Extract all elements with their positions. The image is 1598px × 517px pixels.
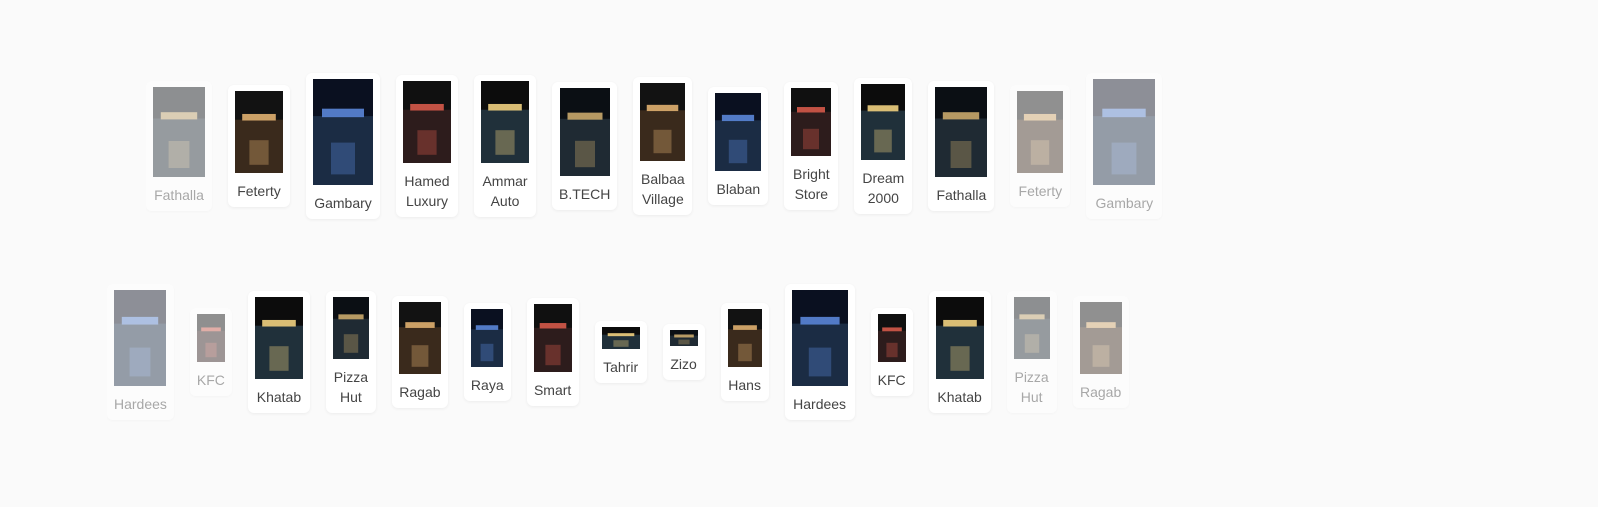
logo-card-label: Pizza Hut xyxy=(1014,369,1049,405)
tahrir-storefront-photo xyxy=(601,327,640,349)
logo-card: Hardees xyxy=(784,284,855,420)
kfc-storefront-photo xyxy=(877,314,906,362)
logo-card-label: Smart xyxy=(533,382,572,398)
logo-card-label: Hamed Luxury xyxy=(404,173,450,209)
khatab-storefront-photo xyxy=(254,297,303,379)
logo-card-label: Raya xyxy=(470,377,504,393)
logo-card-label: Hardees xyxy=(114,396,167,412)
dream-2000-storefront-photo xyxy=(861,84,906,160)
ragab-storefront-photo xyxy=(1079,302,1122,374)
gambary-storefront-photo xyxy=(1093,79,1156,185)
fathalla-storefront-photo xyxy=(153,87,205,177)
logo-card-label: Blaban xyxy=(716,181,761,197)
logo-card: Ragab xyxy=(391,296,448,408)
section-title xyxy=(0,0,1598,6)
hamed-luxury-storefront-photo xyxy=(403,81,451,163)
logo-card-label: Pizza Hut xyxy=(333,369,369,405)
logo-card: Dream 2000 xyxy=(854,78,913,214)
logo-card-label: KFC xyxy=(877,372,906,388)
hardees-storefront-photo xyxy=(114,290,167,386)
logo-card-label: Feterty xyxy=(1018,183,1063,199)
logo-card: Ragab xyxy=(1072,296,1129,408)
logo-card-label: Gambary xyxy=(1095,195,1154,211)
logo-card-label: Fathalla xyxy=(154,187,204,203)
logo-card: Hans xyxy=(720,303,769,401)
khatab-storefront-photo xyxy=(935,297,984,379)
logo-card: Gambary xyxy=(1086,73,1163,219)
logo-card: Pizza Hut xyxy=(325,291,376,413)
logo-card: Khatab xyxy=(928,291,991,413)
logo-card: Fathalla xyxy=(928,81,995,211)
logo-card: KFC xyxy=(870,308,913,396)
logo-card-label: Tahrir xyxy=(603,359,639,375)
logo-card: Feterty xyxy=(228,85,290,207)
logo-card: Bright Store xyxy=(784,82,839,210)
hans-storefront-photo xyxy=(727,309,762,367)
logo-card: Pizza Hut xyxy=(1006,291,1057,413)
logo-card-label: Hardees xyxy=(793,396,847,412)
logo-card: Hardees xyxy=(107,284,174,420)
logo-card-label: Khatab xyxy=(937,389,982,405)
pizza-hut-storefront-photo xyxy=(1013,297,1050,359)
logo-card-label: Khatab xyxy=(256,389,302,405)
logo-card: Zizo xyxy=(662,324,705,380)
logo-card-label: Feterty xyxy=(237,183,281,199)
logo-card: Blaban xyxy=(708,87,769,205)
bright-store-storefront-photo xyxy=(791,88,832,156)
logo-card: Gambary xyxy=(306,73,380,219)
logo-card: Feterty xyxy=(1010,85,1071,207)
logo-marquee-row-1: Fathalla Feterty Gambary Hamed Luxury Ammar … xyxy=(146,70,1392,222)
logo-card-label: Hans xyxy=(728,377,761,393)
logo-card: Balbaa Village xyxy=(633,77,693,215)
logo-card-label: Zizo xyxy=(670,356,697,372)
logo-card-label: Dream 2000 xyxy=(862,170,905,206)
logo-card: Smart xyxy=(526,298,579,406)
logo-card-label: KFC xyxy=(196,372,225,388)
ammar-auto-storefront-photo xyxy=(481,81,529,163)
zizo-storefront-photo xyxy=(669,330,698,346)
blaban-storefront-photo xyxy=(715,93,762,171)
balbaa-village-storefront-photo xyxy=(640,83,686,161)
logo-card-label: Fathalla xyxy=(936,187,987,203)
kfc-storefront-photo xyxy=(196,314,225,362)
fathalla-storefront-photo xyxy=(935,87,988,177)
hardees-storefront-photo xyxy=(791,290,848,386)
logo-card: B.TECH xyxy=(552,82,618,210)
smart-storefront-photo xyxy=(533,304,572,372)
partners-logo-section: Fathalla Feterty Gambary Hamed Luxury Ammar … xyxy=(0,0,1598,507)
logo-card: Fathalla xyxy=(146,81,212,211)
logo-card: Hamed Luxury xyxy=(396,75,458,217)
logo-card-label: Ragab xyxy=(399,384,441,400)
pizza-hut-storefront-photo xyxy=(332,297,369,359)
raya-storefront-photo xyxy=(471,309,504,367)
ragab-storefront-photo xyxy=(398,302,441,374)
logo-card: Tahrir xyxy=(594,321,647,383)
logo-card: Ammar Auto xyxy=(474,75,536,217)
feterty-storefront-photo xyxy=(1017,91,1064,173)
gambary-storefront-photo xyxy=(313,79,373,185)
logo-card-label: Balbaa Village xyxy=(641,171,685,207)
logo-card-label: B.TECH xyxy=(559,186,611,202)
logo-card: KFC xyxy=(189,308,232,396)
logo-card-label: Gambary xyxy=(314,195,372,211)
logo-card: Raya xyxy=(463,303,511,401)
logo-marquee-row-2: Hardees KFC Khatab Pizza Hut Ragab Raya Smart T… xyxy=(107,276,1390,428)
btech-storefront-photo xyxy=(559,88,610,176)
logo-card: Khatab xyxy=(247,291,310,413)
logo-card-label: Bright Store xyxy=(793,166,830,202)
logo-card-label: Ragab xyxy=(1079,384,1122,400)
feterty-storefront-photo xyxy=(235,91,283,173)
logo-card-label: Ammar Auto xyxy=(482,173,528,209)
